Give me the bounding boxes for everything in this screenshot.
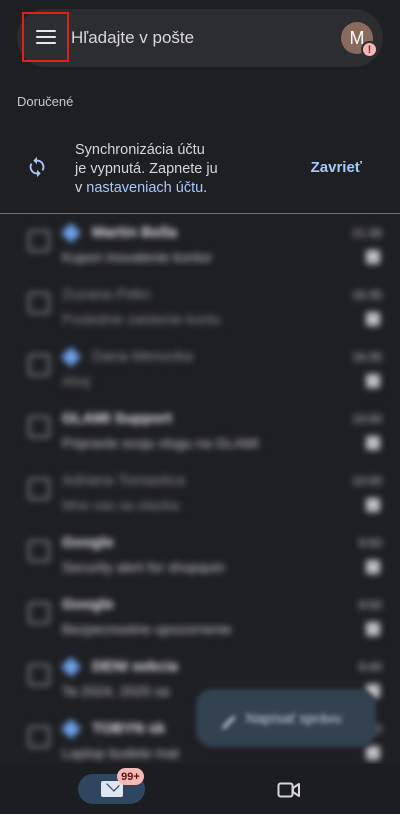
account-settings-link[interactable]: nastaveniach účtu [86,180,203,196]
important-marker-icon [61,719,81,739]
mail-time: 9:40 [358,660,382,674]
mail-time: 16:35 [351,350,382,364]
avatar[interactable]: M ! [341,22,378,58]
bottom-nav: 99+ [0,764,400,814]
close-banner-button[interactable]: Zavrieť [311,159,362,176]
mail-list-item[interactable]: GLAMI Support Pripravte svoju vlogu na GL… [0,402,400,464]
mail-sender: GLAMI Support [62,410,172,427]
select-checkbox[interactable] [28,292,50,314]
star-icon[interactable] [366,312,380,326]
sync-line-1: Synchronizácia účtu [75,142,205,158]
mail-subject: Kupon inovalenie kontor [62,249,213,265]
mail-time: 16:35 [351,288,382,302]
select-checkbox[interactable] [28,726,50,748]
mail-subject: Mne vas sa otazka [62,497,179,513]
mail-sender: Zuzana Pekn [62,286,151,303]
mail-time: 9:50 [358,536,382,550]
mail-list-item[interactable]: Google Bezpecnostne upozornenie 9:50 [0,588,400,650]
sync-message: Synchronizácia účtu je vypnutá. Zapnete … [75,141,285,198]
mail-subject: Security alert for shopquin [62,559,225,575]
mail-sender: Martin Bella [92,224,178,241]
sync-line-3-suffix: . [203,180,208,196]
mail-time: 10:00 [351,474,382,488]
sync-icon [29,156,45,178]
mail-list-item[interactable]: Adriana Tomastica Mne vas sa otazka 10:00 [0,464,400,526]
gmail-screen: Hľadajte v pošte M ! Doručené Synchroniz… [0,0,400,814]
mail-time: 9:50 [358,598,382,612]
mail-subject: Poslednie zaistenie kontu [62,311,221,327]
select-checkbox[interactable] [28,416,50,438]
mail-list-item[interactable]: Martin Bella Kupon inovalenie kontor 21:36 [0,216,400,278]
mail-list-item[interactable]: Dana Menovka Ahoj 16:35 [0,340,400,402]
compose-label: Napísať správu [246,710,342,726]
search-input[interactable]: Hľadajte v pošte [71,28,194,48]
video-camera-icon[interactable] [277,781,301,799]
unread-badge: 99+ [117,768,144,785]
star-icon[interactable] [366,250,380,264]
alert-icon: ! [361,41,378,58]
select-checkbox[interactable] [28,664,50,686]
mail-icon [100,781,123,797]
mail-list-item[interactable]: Google Security alert for shopquin 9:50 [0,526,400,588]
sync-line-3: v nastaveniach účtu. [75,179,285,198]
mail-subject: Bezpecnostne upozornenie [62,621,232,637]
compose-button[interactable]: Napísať správu [196,689,376,747]
star-icon[interactable] [366,560,380,574]
star-icon[interactable] [366,374,380,388]
pencil-icon [212,706,236,730]
divider [0,213,400,214]
select-checkbox[interactable] [28,540,50,562]
mail-sender: Google [62,534,114,551]
search-bar[interactable]: Hľadajte v pošte M ! [17,9,383,67]
mail-sender: TOBYN sk [92,720,166,737]
sync-line-2: je vypnutá. Zapnete ju [75,161,218,177]
select-checkbox[interactable] [28,230,50,252]
mail-time: 10:00 [351,412,382,426]
mailbox-label: Doručené [17,94,74,109]
important-marker-icon [61,347,81,367]
select-checkbox[interactable] [28,478,50,500]
star-icon[interactable] [366,746,380,760]
mail-subject: Pripravte svoju vlogu na GLAMI [62,435,259,451]
mail-sender: Dana Menovka [92,348,193,365]
select-checkbox[interactable] [28,602,50,624]
mail-subject: Ahoj [62,373,91,389]
star-icon[interactable] [366,498,380,512]
important-marker-icon [61,223,81,243]
mail-list-item[interactable]: Zuzana Pekn Poslednie zaistenie kontu 16:3… [0,278,400,340]
mail-sender: Adriana Tomastica [62,472,186,489]
star-icon[interactable] [366,436,380,450]
mail-list: Martin Bella Kupon inovalenie kontor 21:36… [0,216,400,764]
star-icon[interactable] [366,622,380,636]
mail-sender: Google [62,596,114,613]
important-marker-icon [61,657,81,677]
menu-button[interactable] [22,12,69,62]
mail-sender: DENI sekcia [92,658,178,675]
mail-time: 21:36 [351,226,382,240]
mail-subject: Laptop budete mat [62,745,179,761]
hamburger-icon [35,30,56,44]
sync-line-3-prefix: v [75,180,87,196]
select-checkbox[interactable] [28,354,50,376]
